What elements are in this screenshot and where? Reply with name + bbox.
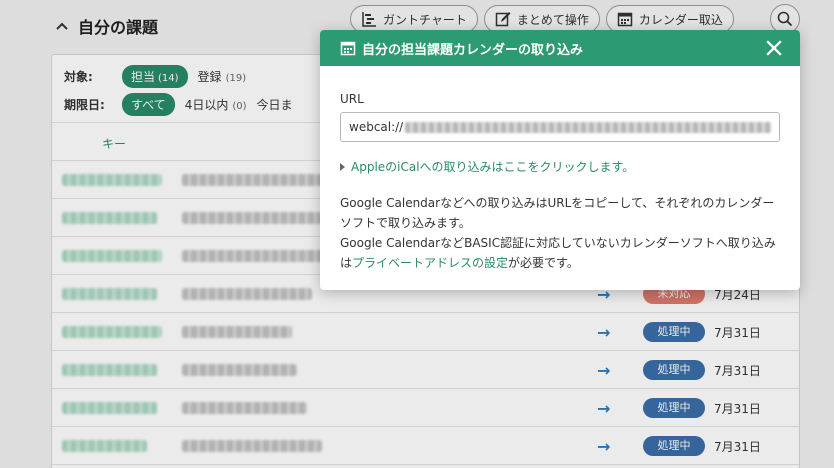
url-field[interactable]: webcal:// <box>340 112 780 142</box>
close-button[interactable] <box>766 37 788 59</box>
dialog-description: Google Calendarなどへの取り込みはURLをコピーして、それぞれのカ… <box>340 193 780 273</box>
apple-ical-link[interactable]: AppleのiCalへの取り込みはここをクリックします。 <box>340 158 780 175</box>
description-line-2-b: が必要です。 <box>508 256 579 270</box>
apple-ical-link-text: AppleのiCalへの取り込みはここをクリックします。 <box>351 160 635 174</box>
dialog-body: URL webcal:// AppleのiCalへの取り込みはここをクリックしま… <box>320 66 800 290</box>
url-label: URL <box>340 92 364 106</box>
calendar-icon <box>340 41 356 56</box>
description-line-2: Google CalendarなどBASIC認証に対応していないカレンダーソフト… <box>340 233 780 273</box>
url-prefix: webcal:// <box>349 120 404 134</box>
close-icon <box>766 40 782 56</box>
dialog-title: 自分の担当課題カレンダーの取り込み <box>362 42 584 58</box>
private-address-link[interactable]: プライベートアドレスの設定 <box>352 256 508 270</box>
description-line-1: Google Calendarなどへの取り込みはURLをコピーして、それぞれのカ… <box>340 196 775 230</box>
url-redacted <box>405 121 771 133</box>
dialog-header: 自分の担当課題カレンダーの取り込み <box>320 30 800 66</box>
calendar-import-dialog: 自分の担当課題カレンダーの取り込み URL webcal:// AppleのiC… <box>320 30 800 290</box>
triangle-right-icon <box>340 162 345 171</box>
